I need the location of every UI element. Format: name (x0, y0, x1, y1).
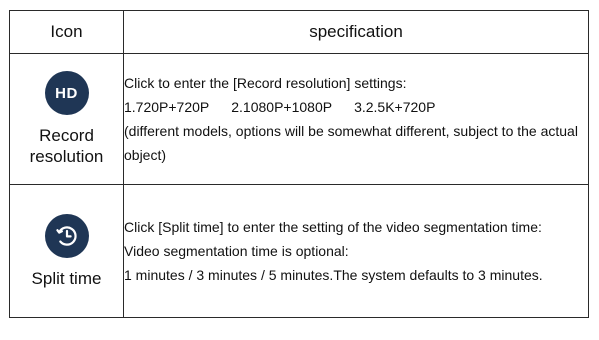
icon-cell: HD Record resolution (9, 53, 124, 185)
description-cell: Click [Split time] to enter the setting … (123, 184, 589, 318)
hd-icon: HD (44, 71, 89, 115)
timer-icon-glyph (55, 225, 77, 246)
resolution-options: 1.720P+720P 2.1080P+1080P 3.2.5K+720P (124, 95, 588, 119)
header-icon: Icon (9, 10, 124, 54)
split-time-label: Split time (31, 268, 102, 288)
header-specification: specification (123, 10, 589, 54)
resolution-option: 3.2.5K+720P (354, 99, 436, 115)
table-row: HD Record resolution Click to enter the … (9, 53, 589, 185)
description-cell: Click to enter the [Record resolution] s… (123, 53, 589, 185)
description-note: (different models, options will be somew… (124, 123, 578, 163)
icon-cell: Split time (9, 184, 124, 318)
specification-table: Icon specification HD Record resolution … (9, 10, 589, 318)
resolution-option: 2.1080P+1080P (231, 99, 333, 115)
record-resolution-label: Record resolution (29, 126, 104, 166)
timer-icon (44, 213, 89, 258)
description-line: Click [Split time] to enter the setting … (124, 219, 542, 235)
header-row: Icon specification (9, 10, 589, 54)
description-line: Video segmentation time is optional: (124, 243, 349, 259)
description-line: 1 minutes / 3 minutes / 5 minutes.The sy… (124, 267, 543, 283)
resolution-option: 1.720P+720P (124, 99, 210, 115)
description-line: Click to enter the [Record resolution] s… (124, 75, 407, 91)
hd-icon-text: HD (55, 84, 78, 102)
table-row: Split time Click [Split time] to enter t… (9, 184, 589, 318)
